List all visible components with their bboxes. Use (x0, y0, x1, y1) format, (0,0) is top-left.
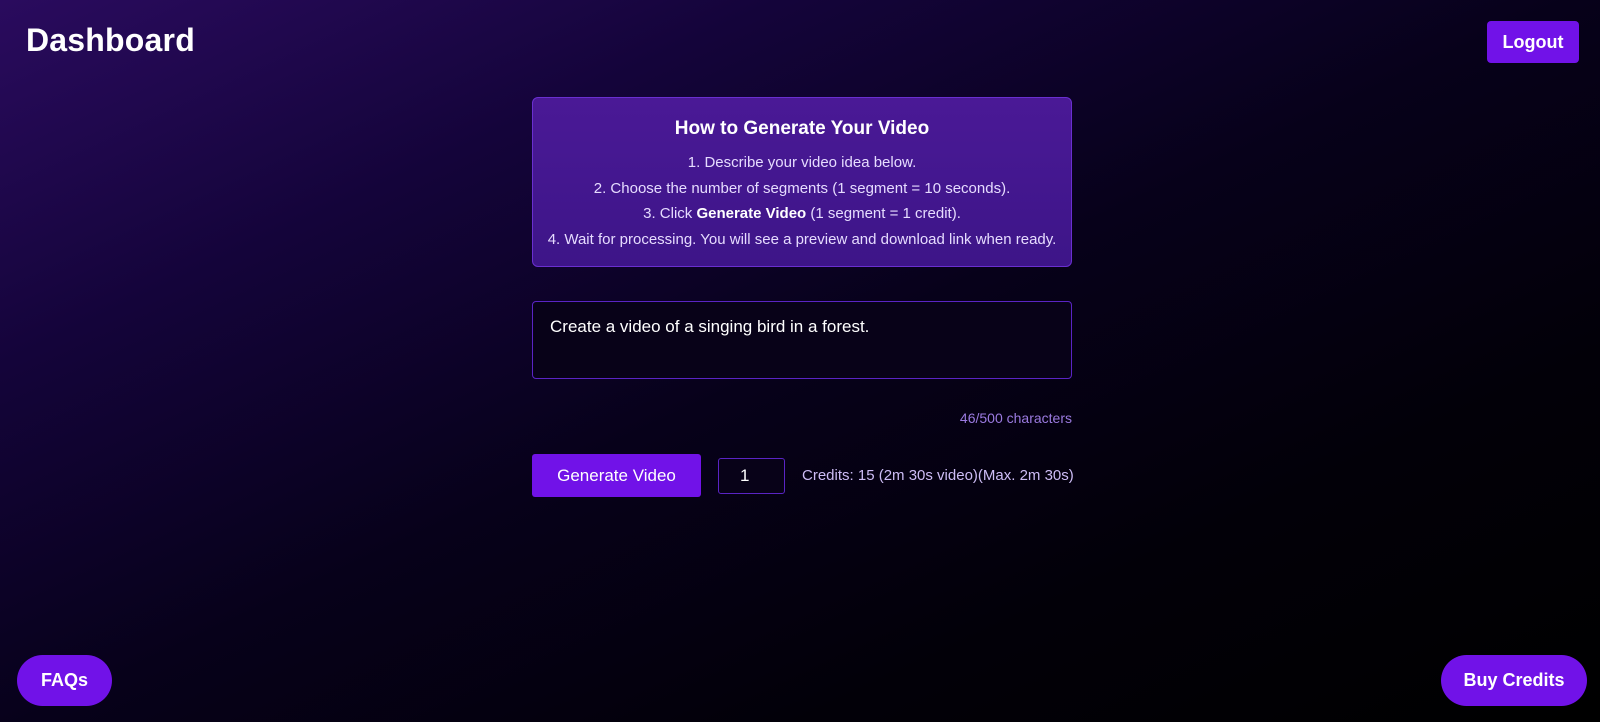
instructions-heading: How to Generate Your Video (674, 118, 930, 139)
instruction-step-3: 3. Click Generate Video (1 segment = 1 c… (533, 201, 1071, 227)
character-count: 46/500 characters (959, 410, 1072, 426)
buy-credits-button[interactable]: Buy Credits (1441, 655, 1587, 706)
video-prompt-textarea[interactable]: Create a video of a singing bird in a fo… (532, 301, 1072, 379)
logout-button[interactable]: Logout (1487, 21, 1579, 63)
credits-info: Credits: 15 (2m 30s video)(Max. 2m 30s) (802, 467, 1074, 484)
instruction-step-2: 2. Choose the number of segments (1 segm… (593, 179, 1011, 197)
instruction-step-3-prefix: 3. Click (643, 205, 697, 222)
segments-input[interactable] (718, 458, 785, 494)
generate-video-button[interactable]: Generate Video (532, 454, 701, 497)
instructions-panel: How to Generate Your Video 1. Describe y… (532, 97, 1072, 267)
instruction-step-3-suffix: (1 segment = 1 credit). (806, 205, 961, 222)
page-title: Dashboard (26, 22, 195, 58)
instruction-step-3-bold: Generate Video (696, 205, 807, 222)
instruction-step-1: 1. Describe your video idea below. (687, 154, 917, 171)
instruction-step-4: 4. Wait for processing. You will see a p… (547, 230, 1057, 248)
faqs-button[interactable]: FAQs (17, 655, 112, 706)
